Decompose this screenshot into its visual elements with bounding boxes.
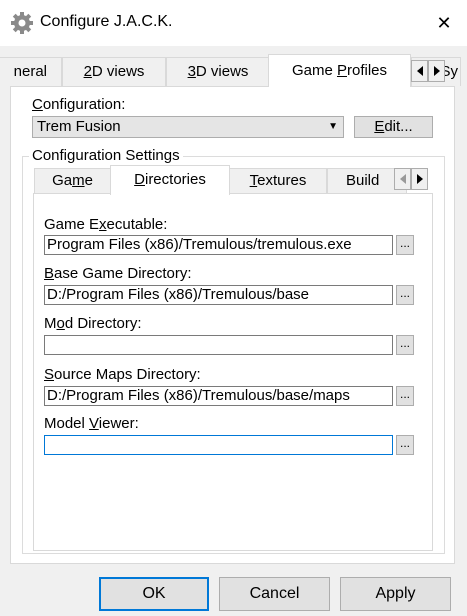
tab-label: Game (291, 62, 337, 79)
tab-label: D views (91, 63, 145, 80)
model-viewer-field[interactable] (44, 435, 393, 455)
configuration-select[interactable]: Trem Fusion ▼ (32, 116, 344, 138)
tab-textures[interactable]: Textures (229, 168, 327, 194)
tab-label: rofiles (347, 62, 388, 79)
mod-directory-label: Mod Directory: (44, 315, 142, 332)
model-viewer-label: Model Viewer: (44, 415, 139, 432)
tab-scroll-right-button[interactable] (428, 60, 445, 82)
cancel-button[interactable]: Cancel (219, 577, 330, 611)
model-viewer-browse-button[interactable]: ... (396, 435, 414, 455)
triangle-left-icon (399, 174, 406, 184)
configuration-settings-label: Configuration Settings (29, 147, 183, 164)
base-game-directory-browse-button[interactable]: ... (396, 285, 414, 305)
close-button[interactable]: ✕ (421, 0, 467, 46)
edit-configuration-button[interactable]: Edit... (354, 116, 433, 138)
base-game-directory-label: Base Game Directory: (44, 265, 192, 282)
window-title: Configure J.A.C.K. (40, 13, 173, 30)
tab-scroll-left-button[interactable] (411, 60, 428, 82)
apply-button[interactable]: Apply (340, 577, 451, 611)
tab-label-mnemonic: 3 (187, 63, 196, 80)
tab-label: D views (195, 63, 249, 80)
mod-directory-field[interactable] (44, 335, 393, 355)
source-maps-directory-browse-button[interactable]: ... (396, 386, 414, 406)
tab-label-mnemonic: P (336, 62, 347, 79)
mod-directory-browse-button[interactable]: ... (396, 335, 414, 355)
chevron-down-icon: ▼ (328, 121, 338, 132)
source-maps-directory-field[interactable]: D:/Program Files (x86)/Tremulous/base/ma… (44, 386, 393, 406)
source-maps-directory-label: Source Maps Directory: (44, 366, 201, 383)
triangle-right-icon (433, 66, 440, 76)
tab-label: neral (13, 63, 47, 80)
inner-tab-scroll-right-button[interactable] (411, 168, 428, 190)
inner-tab-scroll-left-button[interactable] (394, 168, 411, 190)
configuration-label: Configuration: (32, 96, 126, 113)
tab-3d-views[interactable]: 3D views (166, 57, 270, 86)
tab-directories[interactable]: Directories (110, 165, 230, 195)
tab-game[interactable]: Game (34, 168, 111, 194)
tab-label-mnemonic: 2 (83, 63, 92, 80)
configuration-value: Trem Fusion (37, 118, 121, 135)
game-executable-browse-button[interactable]: ... (396, 235, 414, 255)
tab-general[interactable]: neral (0, 57, 62, 86)
gear-icon (10, 11, 34, 35)
game-executable-label: Game Executable: (44, 216, 168, 233)
triangle-left-icon (416, 66, 423, 76)
tab-game-profiles[interactable]: Game Profiles (268, 54, 411, 87)
triangle-right-icon (416, 174, 423, 184)
base-game-directory-field[interactable]: D:/Program Files (x86)/Tremulous/base (44, 285, 393, 305)
close-icon: ✕ (436, 12, 452, 33)
game-executable-field[interactable]: Program Files (x86)/Tremulous/tremulous.… (44, 235, 393, 255)
tab-2d-views[interactable]: 2D views (62, 57, 166, 86)
ok-button[interactable]: OK (99, 577, 209, 611)
